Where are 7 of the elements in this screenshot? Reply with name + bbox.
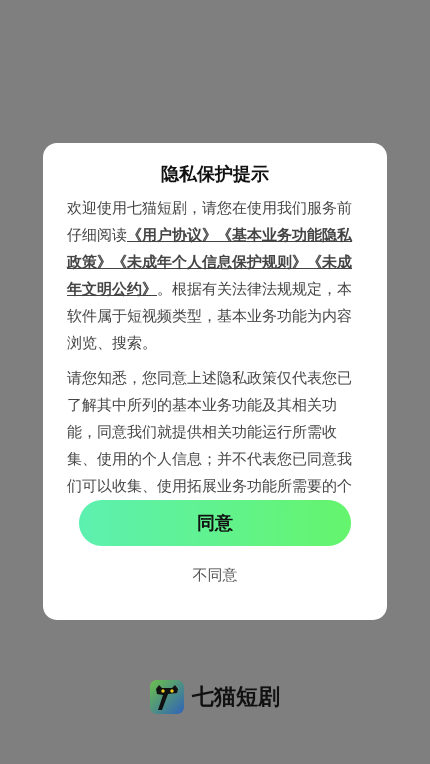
decline-button[interactable]: 不同意	[186, 560, 244, 591]
agree-button[interactable]: 同意	[79, 500, 351, 546]
notice-paragraph: 请您知悉，您同意上述隐私政策仅代表您已了解其中所列的基本业务功能及其相关功能，同意我们就提供相关功能运行所需收集、使用的个人信息；并不代表您已同意我们可以收集、使用拓展业务功能所需要的个	[67, 368, 353, 497]
brand-name: 七猫短剧	[192, 684, 280, 712]
cat-logo-icon	[150, 680, 184, 714]
intro-paragraph: 欢迎使用七猫短剧，请您在使用我们服务前仔细阅读《用户协议》《基本业务功能隐私政策》《未成年个人信息保护规则》《未成年文明公约》。根据有关法律法规规定，本软件属于短视频类型，基本业务功能为内容浏览、搜索。	[67, 198, 354, 354]
dialog-title: 隐私保护提示	[161, 163, 269, 187]
